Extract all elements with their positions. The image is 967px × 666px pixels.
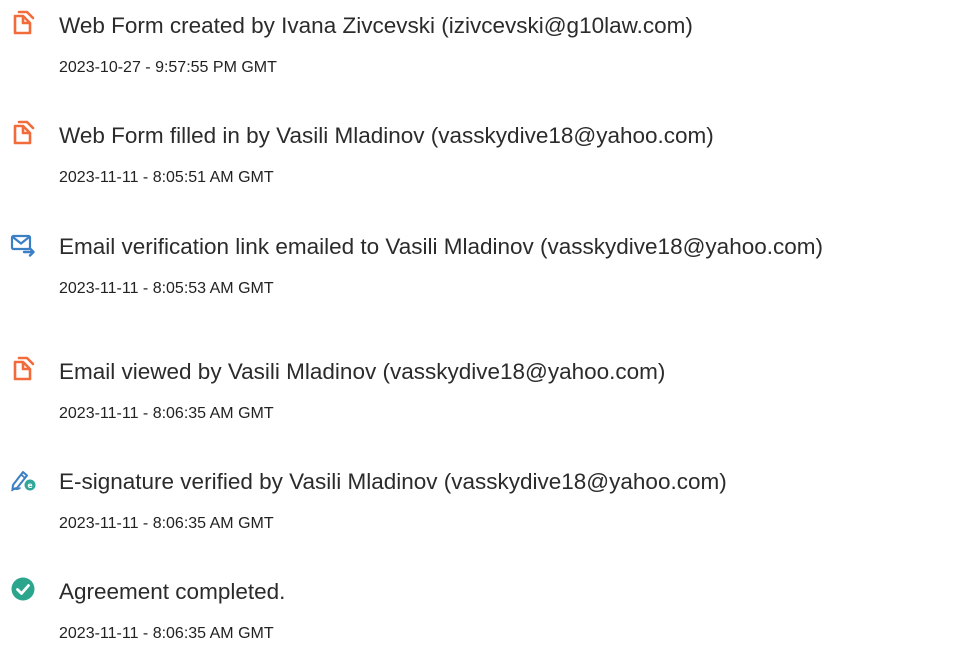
checkmark-circle-icon xyxy=(10,576,36,602)
audit-event: Web Form filled in by Vasili Mladinov (v… xyxy=(0,110,967,210)
audit-event: e E-signature verified by Vasili Mladino… xyxy=(0,456,967,556)
event-timestamp: 2023-11-11 - 8:06:35 AM GMT xyxy=(59,515,274,532)
audit-event: Email viewed by Vasili Mladinov (vasskyd… xyxy=(0,346,967,446)
event-description: Email viewed by Vasili Mladinov (vasskyd… xyxy=(59,359,666,384)
document-icon xyxy=(10,356,36,382)
audit-event: Email verification link emailed to Vasil… xyxy=(0,221,967,321)
document-icon xyxy=(10,120,36,146)
audit-trail-list: Web Form created by Ivana Zivcevski (izi… xyxy=(0,0,967,650)
event-description: Agreement completed. xyxy=(59,579,286,604)
svg-text:e: e xyxy=(27,481,32,490)
event-description: E-signature verified by Vasili Mladinov … xyxy=(59,469,727,494)
event-timestamp: 2023-10-27 - 9:57:55 PM GMT xyxy=(59,59,277,76)
event-timestamp: 2023-11-11 - 8:05:53 AM GMT xyxy=(59,280,274,297)
email-send-icon xyxy=(10,231,36,257)
event-timestamp: 2023-11-11 - 8:05:51 AM GMT xyxy=(59,169,274,186)
esignature-icon: e xyxy=(10,466,36,492)
event-timestamp: 2023-11-11 - 8:06:35 AM GMT xyxy=(59,625,274,642)
event-timestamp: 2023-11-11 - 8:06:35 AM GMT xyxy=(59,405,274,422)
audit-event: Web Form created by Ivana Zivcevski (izi… xyxy=(0,0,967,100)
audit-event: Agreement completed. 2023-11-11 - 8:06:3… xyxy=(0,566,967,666)
event-description: Email verification link emailed to Vasil… xyxy=(59,234,823,259)
event-description: Web Form created by Ivana Zivcevski (izi… xyxy=(59,13,693,38)
event-description: Web Form filled in by Vasili Mladinov (v… xyxy=(59,123,714,148)
document-icon xyxy=(10,10,36,36)
